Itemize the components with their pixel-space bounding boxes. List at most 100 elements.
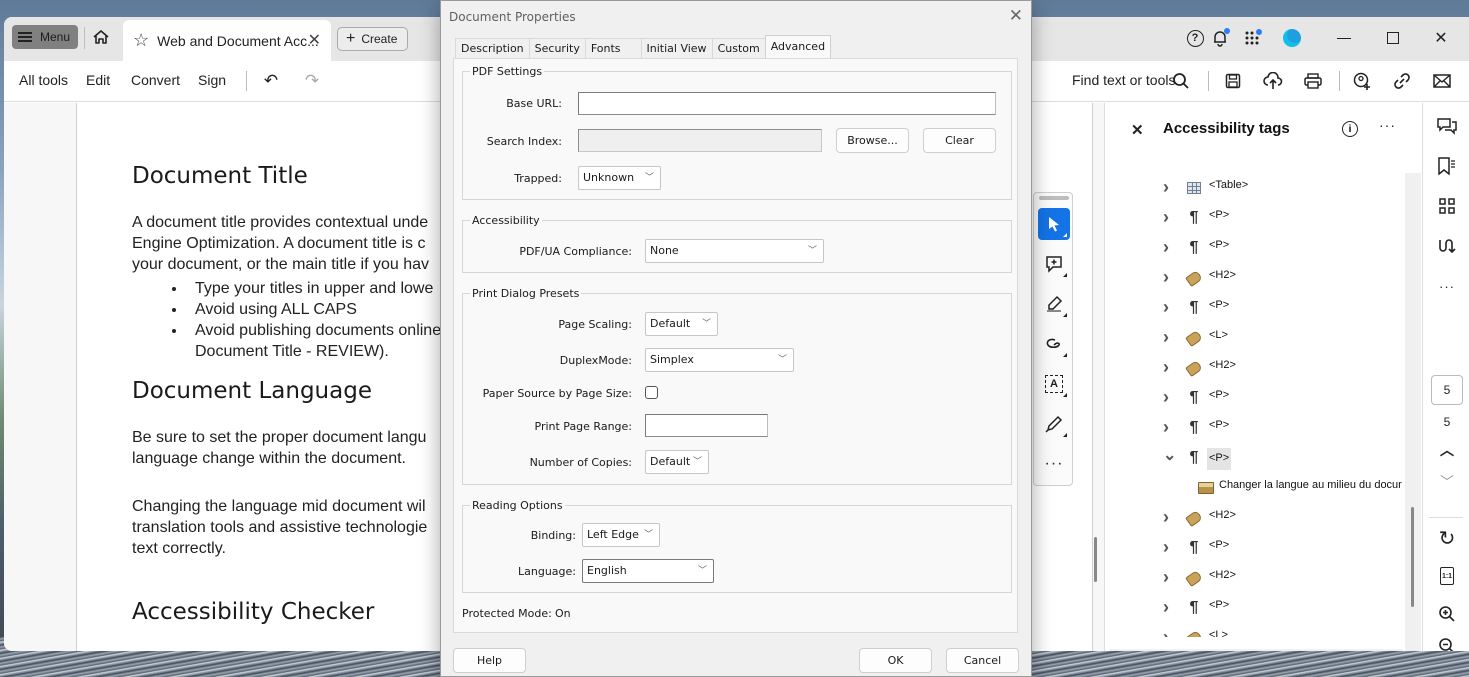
number-of-copies-select[interactable]: Default ﹀ bbox=[645, 450, 709, 474]
reading-order-icon[interactable] bbox=[1435, 235, 1459, 257]
tag-tree-item[interactable]: › <H2> bbox=[1105, 267, 1405, 291]
tab-security[interactable]: Security bbox=[528, 38, 586, 59]
search-icon[interactable] bbox=[1170, 70, 1192, 92]
close-tab-icon[interactable]: ✕ bbox=[308, 30, 321, 50]
chevron-right-icon[interactable]: › bbox=[1163, 237, 1169, 258]
highlight-icon[interactable] bbox=[1038, 288, 1070, 320]
chevron-right-icon[interactable]: › bbox=[1163, 267, 1169, 288]
cancel-button[interactable]: Cancel bbox=[946, 648, 1019, 673]
help-icon[interactable]: ? bbox=[1184, 27, 1206, 49]
previous-page-icon[interactable]: ︿ bbox=[1435, 439, 1459, 461]
maximize-icon[interactable] bbox=[1382, 27, 1404, 49]
save-icon[interactable] bbox=[1222, 70, 1244, 92]
star-icon[interactable]: ☆ bbox=[133, 30, 149, 51]
convert-menu[interactable]: Convert bbox=[131, 72, 180, 88]
edit-menu[interactable]: Edit bbox=[86, 72, 110, 88]
tab-fonts[interactable]: Fonts bbox=[584, 38, 642, 59]
document-scrollbar[interactable] bbox=[1094, 537, 1097, 582]
chevron-right-icon[interactable]: › bbox=[1163, 177, 1169, 198]
tag-tree-item[interactable]: › ¶ <P> bbox=[1105, 597, 1405, 621]
find-text-label[interactable]: Find text or tools bbox=[1072, 72, 1176, 88]
tag-tree-item[interactable]: › ¶ <P> bbox=[1105, 537, 1405, 561]
comments-panel-icon[interactable] bbox=[1435, 115, 1459, 137]
tag-tree-item[interactable]: › <H2> bbox=[1105, 507, 1405, 531]
actual-size-icon[interactable]: 1:1 bbox=[1435, 565, 1459, 587]
add-comment-icon[interactable] bbox=[1038, 248, 1070, 280]
tag-tree-item[interactable]: › ¶ <P> bbox=[1105, 417, 1405, 441]
thumbnails-icon[interactable] bbox=[1435, 195, 1459, 217]
profile-avatar[interactable] bbox=[1281, 27, 1303, 49]
create-button[interactable]: + Create bbox=[337, 27, 408, 51]
minimize-icon[interactable] bbox=[1333, 27, 1355, 49]
page-scaling-select[interactable]: Default ﹀ bbox=[645, 312, 718, 336]
chevron-right-icon[interactable]: › bbox=[1163, 417, 1169, 438]
print-page-range-input[interactable] bbox=[645, 414, 768, 437]
all-tools-menu[interactable]: All tools bbox=[19, 72, 68, 88]
home-icon[interactable] bbox=[92, 28, 110, 46]
zoom-in-icon[interactable] bbox=[1435, 603, 1459, 625]
next-page-icon[interactable]: ﹀ bbox=[1435, 471, 1459, 493]
chevron-right-icon[interactable]: › bbox=[1163, 207, 1169, 228]
chevron-right-icon[interactable]: › bbox=[1163, 567, 1169, 588]
print-icon[interactable] bbox=[1302, 70, 1324, 92]
trapped-select[interactable]: Unknown ﹀ bbox=[578, 166, 661, 190]
tag-tree-item[interactable]: › <Table> bbox=[1105, 177, 1405, 201]
chevron-right-icon[interactable]: › bbox=[1163, 537, 1169, 558]
chevron-down-icon[interactable]: ⌄ bbox=[1163, 445, 1176, 465]
tag-tree-item[interactable]: ⌄ ¶ <P> bbox=[1105, 447, 1405, 471]
rail-more-icon[interactable]: ··· bbox=[1435, 275, 1459, 297]
document-tab[interactable]: ☆ Web and Document Acc... ✕ bbox=[123, 20, 331, 61]
tag-tree-item[interactable]: › <H2> bbox=[1105, 567, 1405, 591]
undo-icon[interactable]: ↶ bbox=[260, 70, 282, 92]
panel-more-icon[interactable]: ··· bbox=[1379, 117, 1396, 133]
draw-icon[interactable] bbox=[1038, 328, 1070, 360]
tab-advanced[interactable]: Advanced bbox=[764, 35, 832, 58]
help-button[interactable]: Help bbox=[453, 648, 526, 673]
select-tool-icon[interactable] bbox=[1038, 208, 1070, 240]
upload-cloud-icon[interactable] bbox=[1262, 70, 1284, 92]
sign-menu[interactable]: Sign bbox=[198, 72, 226, 88]
zoom-out-icon[interactable] bbox=[1435, 635, 1459, 651]
base-url-input[interactable] bbox=[578, 92, 996, 115]
duplex-mode-select[interactable]: Simplex ﹀ bbox=[645, 348, 794, 372]
drag-handle[interactable] bbox=[1039, 196, 1069, 200]
dialog-close-icon[interactable]: ✕ bbox=[1009, 6, 1023, 26]
bookmarks-icon[interactable] bbox=[1435, 155, 1459, 177]
browse-button[interactable]: Browse... bbox=[836, 128, 909, 153]
paper-source-checkbox[interactable] bbox=[645, 386, 658, 399]
info-icon[interactable]: i bbox=[1342, 121, 1358, 137]
tag-content-item[interactable]: Changer la langue au milieu du docur bbox=[1105, 477, 1405, 501]
tag-tree-item[interactable]: › ¶ <P> bbox=[1105, 237, 1405, 261]
tag-tree-item[interactable]: › ¶ <P> bbox=[1105, 207, 1405, 231]
text-recognition-icon[interactable]: A bbox=[1038, 368, 1070, 400]
rotate-icon[interactable]: ↻ bbox=[1435, 527, 1459, 550]
chevron-right-icon[interactable]: › bbox=[1163, 297, 1169, 318]
chevron-right-icon[interactable]: › bbox=[1163, 327, 1169, 348]
sign-pen-icon[interactable] bbox=[1038, 408, 1070, 440]
binding-select[interactable]: Left Edge ﹀ bbox=[582, 523, 660, 547]
notifications-icon[interactable] bbox=[1209, 27, 1231, 49]
close-panel-icon[interactable]: ✕ bbox=[1131, 121, 1144, 139]
tag-tree-item[interactable]: › <L> bbox=[1105, 327, 1405, 351]
chevron-right-icon[interactable]: › bbox=[1163, 387, 1169, 408]
menu-button[interactable]: Menu bbox=[12, 25, 78, 49]
close-window-icon[interactable]: ✕ bbox=[1430, 27, 1452, 49]
ok-button[interactable]: OK bbox=[859, 648, 932, 673]
more-tools-icon[interactable]: ··· bbox=[1038, 448, 1070, 480]
email-icon[interactable] bbox=[1431, 70, 1453, 92]
current-page-input[interactable]: 5 bbox=[1431, 375, 1463, 405]
search-index-input[interactable] bbox=[578, 129, 822, 152]
tag-tree-item[interactable]: › <H2> bbox=[1105, 357, 1405, 381]
share-user-icon[interactable] bbox=[1351, 70, 1373, 92]
link-icon[interactable] bbox=[1391, 70, 1413, 92]
chevron-right-icon[interactable]: › bbox=[1163, 597, 1169, 618]
chevron-right-icon[interactable]: › bbox=[1163, 357, 1169, 378]
tab-initial-view[interactable]: Initial View bbox=[640, 38, 713, 59]
pdfua-compliance-select[interactable]: None ﹀ bbox=[645, 239, 824, 263]
chevron-right-icon[interactable]: › bbox=[1163, 507, 1169, 528]
chevron-right-icon[interactable]: › bbox=[1163, 627, 1169, 637]
tag-tree-item[interactable]: › ¶ <P> bbox=[1105, 387, 1405, 411]
tag-tree-item[interactable]: › ¶ <P> bbox=[1105, 297, 1405, 321]
apps-icon[interactable] bbox=[1241, 27, 1263, 49]
tab-custom[interactable]: Custom bbox=[711, 38, 766, 59]
